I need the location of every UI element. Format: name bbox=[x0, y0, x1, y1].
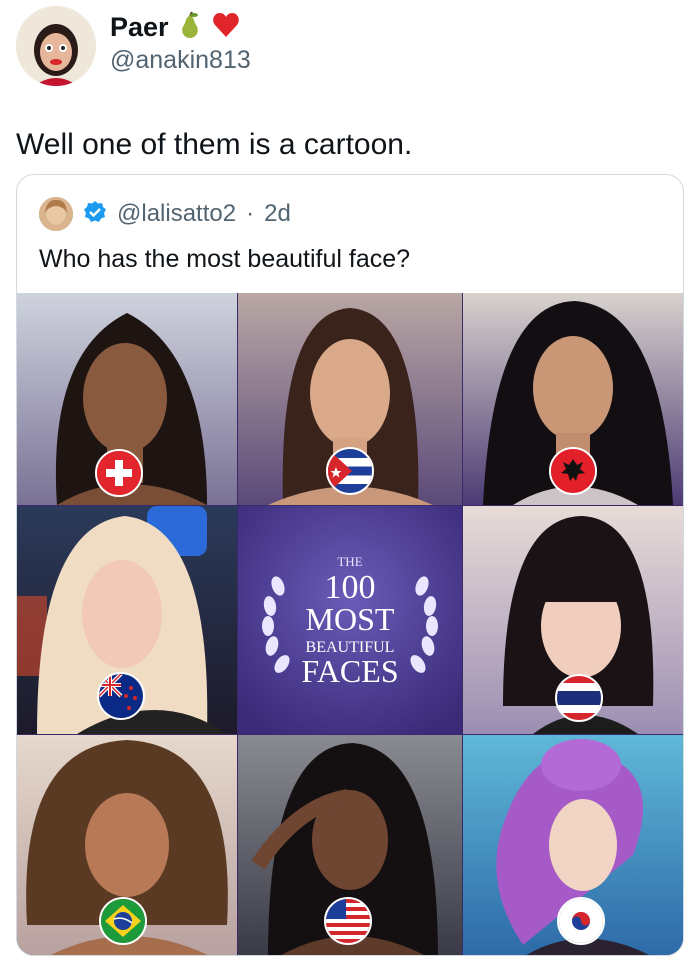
display-name[interactable]: Paer bbox=[110, 12, 169, 43]
author-handle[interactable]: @anakin813 bbox=[110, 46, 251, 75]
collage-photo[interactable] bbox=[463, 293, 683, 505]
author-name-row: Paer bbox=[110, 10, 241, 45]
pear-icon bbox=[175, 10, 205, 45]
badge-most-text: MOST bbox=[306, 601, 395, 637]
heart-icon bbox=[211, 10, 241, 45]
collage-photo[interactable] bbox=[238, 293, 462, 505]
usa-flag-icon bbox=[324, 897, 372, 945]
south-korea-flag-icon bbox=[557, 897, 605, 945]
verified-badge-icon bbox=[83, 200, 107, 229]
quoted-tweet-text: Who has the most beautiful face? bbox=[39, 245, 411, 273]
collage-photo[interactable] bbox=[238, 735, 462, 955]
dot-separator: · bbox=[246, 200, 255, 227]
badge-the-text: THE bbox=[337, 554, 362, 569]
switzerland-flag-icon bbox=[95, 449, 143, 497]
quoted-tweet-header: @lalisatto2 · 2d bbox=[39, 197, 291, 231]
thailand-flag-icon bbox=[555, 674, 603, 722]
new-zealand-flag-icon bbox=[97, 672, 145, 720]
book-badge[interactable]: THE 100 MOST BEAUTIFUL FACES bbox=[238, 506, 462, 734]
user-avatar[interactable] bbox=[16, 6, 96, 86]
cuba-flag-icon bbox=[326, 447, 374, 495]
tweet-text: Well one of them is a cartoon. bbox=[16, 128, 413, 161]
badge-faces-text: FACES bbox=[301, 653, 398, 689]
collage-photo[interactable] bbox=[463, 506, 683, 734]
quoted-user-avatar[interactable] bbox=[39, 197, 73, 231]
quoted-timestamp[interactable]: 2d bbox=[264, 200, 291, 228]
quoted-handle[interactable]: @lalisatto2 bbox=[117, 200, 236, 228]
quoted-tweet-card[interactable]: @lalisatto2 · 2d Who has the most beauti… bbox=[16, 174, 684, 956]
brazil-flag-icon bbox=[99, 897, 147, 945]
collage-photo[interactable] bbox=[17, 293, 237, 505]
image-collage[interactable]: THE 100 MOST BEAUTIFUL FACES bbox=[17, 293, 683, 955]
collage-photo[interactable] bbox=[463, 735, 683, 955]
albania-flag-icon bbox=[549, 447, 597, 495]
collage-photo[interactable] bbox=[17, 735, 237, 955]
collage-photo[interactable] bbox=[17, 506, 237, 734]
